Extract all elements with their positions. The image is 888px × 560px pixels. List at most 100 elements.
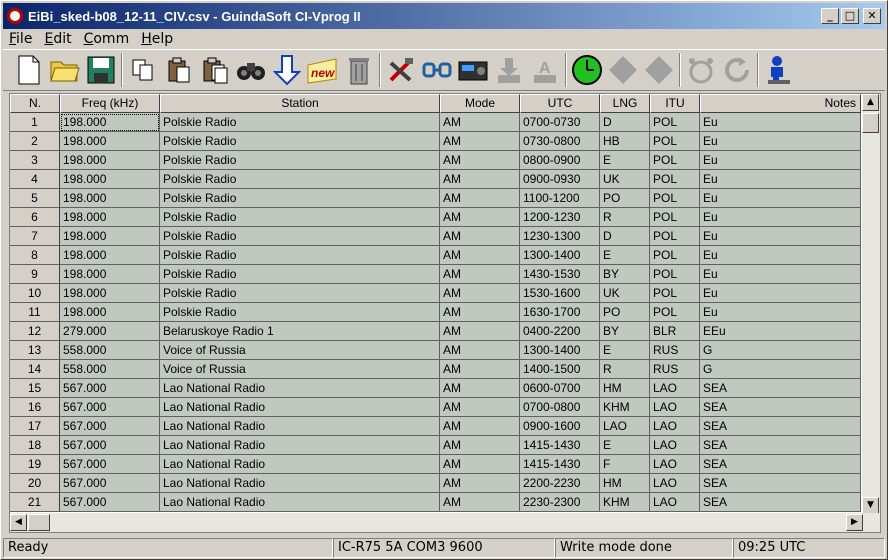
cell-utc[interactable]: 0700-0730 <box>520 113 600 132</box>
cell-lng[interactable]: E <box>600 151 650 170</box>
menu-file[interactable]: File <box>3 31 38 47</box>
new-file-icon[interactable] <box>11 52 47 88</box>
table-row[interactable]: 11 198.000 Polskie Radio AM 1630-1700 PO POL Eu <box>10 303 861 322</box>
menu-comm[interactable]: Comm <box>78 31 136 47</box>
cell-lng[interactable]: F <box>600 455 650 474</box>
cell-freq[interactable]: 567.000 <box>60 474 160 493</box>
table-row[interactable]: 7 198.000 Polskie Radio AM 1230-1300 D POL Eu <box>10 227 861 246</box>
cell-number[interactable]: 3 <box>10 151 60 170</box>
cell-mode[interactable]: AM <box>440 132 520 151</box>
vertical-scroll-thumb[interactable] <box>862 113 879 133</box>
paste-special-icon[interactable] <box>197 52 233 88</box>
cell-station[interactable]: Lao National Radio <box>160 379 440 398</box>
cell-lng[interactable]: E <box>600 246 650 265</box>
cell-freq[interactable]: 567.000 <box>60 417 160 436</box>
diamond-icon[interactable] <box>641 52 677 88</box>
cell-freq[interactable]: 198.000 <box>60 265 160 284</box>
cell-number[interactable]: 20 <box>10 474 60 493</box>
cell-freq[interactable]: 198.000 <box>60 284 160 303</box>
down-arrow-icon[interactable] <box>269 52 305 88</box>
cell-utc[interactable]: 0730-0800 <box>520 132 600 151</box>
cell-station[interactable]: Voice of Russia <box>160 360 440 379</box>
table-row[interactable]: 8 198.000 Polskie Radio AM 1300-1400 E POL Eu <box>10 246 861 265</box>
cell-mode[interactable]: AM <box>440 341 520 360</box>
cell-utc[interactable]: 0800-0900 <box>520 151 600 170</box>
cell-lng[interactable]: KHM <box>600 493 650 512</box>
table-row[interactable]: 3 198.000 Polskie Radio AM 0800-0900 E POL Eu <box>10 151 861 170</box>
cell-freq[interactable]: 198.000 <box>60 246 160 265</box>
cell-freq[interactable]: 198.000 <box>60 113 160 132</box>
table-row[interactable]: 18 567.000 Lao National Radio AM 1415-1430 E L… <box>10 436 861 455</box>
table-row[interactable]: 4 198.000 Polskie Radio AM 0900-0930 UK POL Eu <box>10 170 861 189</box>
cell-utc[interactable]: 1630-1700 <box>520 303 600 322</box>
open-folder-icon[interactable] <box>47 52 83 88</box>
cell-number[interactable]: 17 <box>10 417 60 436</box>
cell-utc[interactable]: 1300-1400 <box>520 246 600 265</box>
radio-icon[interactable] <box>455 52 491 88</box>
cell-notes[interactable]: G <box>700 360 861 379</box>
cell-freq[interactable]: 558.000 <box>60 341 160 360</box>
cell-itu[interactable]: LAO <box>650 398 700 417</box>
cell-mode[interactable]: AM <box>440 398 520 417</box>
cell-station[interactable]: Lao National Radio <box>160 493 440 512</box>
table-row[interactable]: 5 198.000 Polskie Radio AM 1100-1200 PO POL Eu <box>10 189 861 208</box>
cell-mode[interactable]: AM <box>440 379 520 398</box>
cell-utc[interactable]: 1300-1400 <box>520 341 600 360</box>
table-row[interactable]: 13 558.000 Voice of Russia AM 1300-1400 E RUS G <box>10 341 861 360</box>
cell-itu[interactable]: RUS <box>650 341 700 360</box>
cell-itu[interactable]: LAO <box>650 474 700 493</box>
cell-mode[interactable]: AM <box>440 113 520 132</box>
cell-station[interactable]: Lao National Radio <box>160 417 440 436</box>
cell-notes[interactable]: Eu <box>700 189 861 208</box>
cell-mode[interactable]: AM <box>440 265 520 284</box>
cell-itu[interactable]: POL <box>650 170 700 189</box>
table-row[interactable]: 21 567.000 Lao National Radio AM 2230-2300 KH… <box>10 493 861 512</box>
cell-station[interactable]: Polskie Radio <box>160 265 440 284</box>
cell-mode[interactable]: AM <box>440 417 520 436</box>
cell-station[interactable]: Polskie Radio <box>160 246 440 265</box>
cell-number[interactable]: 2 <box>10 132 60 151</box>
cell-lng[interactable]: E <box>600 436 650 455</box>
cell-freq[interactable]: 198.000 <box>60 303 160 322</box>
scroll-down-button[interactable]: ▼ <box>862 497 879 514</box>
cell-notes[interactable]: Eu <box>700 208 861 227</box>
cell-mode[interactable]: AM <box>440 189 520 208</box>
cell-utc[interactable]: 0700-0800 <box>520 398 600 417</box>
table-row[interactable]: 19 567.000 Lao National Radio AM 1415-1430 F L… <box>10 455 861 474</box>
cell-mode[interactable]: AM <box>440 170 520 189</box>
minimize-button[interactable]: _ <box>821 8 839 24</box>
cell-mode[interactable]: AM <box>440 455 520 474</box>
new-badge-icon[interactable]: new <box>305 52 341 88</box>
cell-number[interactable]: 16 <box>10 398 60 417</box>
table-row[interactable]: 1 198.000 Polskie Radio AM 0700-0730 D POL Eu <box>10 113 861 132</box>
clock-icon[interactable] <box>569 52 605 88</box>
copy-icon[interactable] <box>125 52 161 88</box>
cell-freq[interactable]: 567.000 <box>60 379 160 398</box>
cell-notes[interactable]: SEA <box>700 455 861 474</box>
cell-lng[interactable]: E <box>600 341 650 360</box>
cell-lng[interactable]: PO <box>600 189 650 208</box>
table-row[interactable]: 14 558.000 Voice of Russia AM 1400-1500 R RUS G <box>10 360 861 379</box>
table-row[interactable]: 6 198.000 Polskie Radio AM 1200-1230 R POL Eu <box>10 208 861 227</box>
menu-edit[interactable]: Edit <box>38 31 77 47</box>
title-bar[interactable]: EiBi_sked-b08_12-11_CIV.csv - GuindaSoft… <box>3 3 885 29</box>
cell-lng[interactable]: HM <box>600 379 650 398</box>
cell-lng[interactable]: PO <box>600 303 650 322</box>
cell-mode[interactable]: AM <box>440 493 520 512</box>
horizontal-scrollbar[interactable]: ◀ ▶ <box>10 513 880 532</box>
cell-station[interactable]: Lao National Radio <box>160 474 440 493</box>
cell-utc[interactable]: 0600-0700 <box>520 379 600 398</box>
cell-freq[interactable]: 198.000 <box>60 189 160 208</box>
cell-notes[interactable]: SEA <box>700 398 861 417</box>
cell-notes[interactable]: Eu <box>700 227 861 246</box>
cell-itu[interactable]: POL <box>650 303 700 322</box>
connect-icon[interactable] <box>419 52 455 88</box>
cell-lng[interactable]: R <box>600 360 650 379</box>
column-header-notes[interactable]: Notes <box>700 94 861 113</box>
cell-mode[interactable]: AM <box>440 303 520 322</box>
scroll-right-button[interactable]: ▶ <box>846 514 863 531</box>
cell-utc[interactable]: 0900-0930 <box>520 170 600 189</box>
cell-station[interactable]: Belaruskoye Radio 1 <box>160 322 440 341</box>
user-help-icon[interactable] <box>761 52 797 88</box>
cell-notes[interactable]: SEA <box>700 417 861 436</box>
